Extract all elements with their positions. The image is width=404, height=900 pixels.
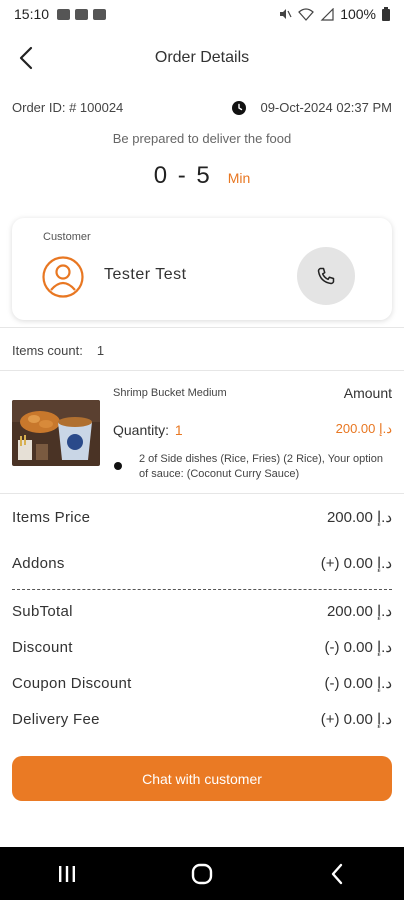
- system-nav-bar: [0, 847, 404, 900]
- addons-label: Addons: [12, 554, 65, 572]
- subtotal-row: SubTotal 200.00 د.إ: [12, 602, 392, 621]
- recent-apps-button[interactable]: [37, 854, 97, 894]
- amount-label: Amount: [343, 385, 392, 401]
- delivery-fee-label: Delivery Fee: [12, 710, 100, 728]
- notification-icons: [57, 8, 107, 20]
- coupon-value: (-) 0.00 د.إ: [324, 675, 392, 692]
- gallery-icon: [57, 8, 71, 20]
- back-icon: [331, 863, 342, 884]
- customer-label: Customer: [43, 231, 91, 243]
- system-back-button[interactable]: [307, 854, 367, 894]
- items-count: Items count: 1: [12, 343, 104, 358]
- list-item: Shrimp Bucket Medium Amount Quantity: 1 …: [12, 382, 392, 488]
- order-date: 09-Oct-2024 02:37 PM: [260, 100, 392, 115]
- home-icon: [191, 863, 213, 884]
- quantity-value: 1: [174, 422, 183, 438]
- page-title: Order Details: [154, 49, 250, 66]
- time-range-unit: Min: [227, 170, 251, 186]
- item-quantity: Quantity: 1: [113, 422, 183, 438]
- discount-value: (-) 0.00 د.إ: [324, 639, 392, 656]
- items-price-value: 200.00 د.إ: [326, 509, 392, 526]
- dashed-divider: [12, 589, 392, 590]
- clock-icon: [232, 100, 247, 115]
- quantity-label: Quantity:: [113, 422, 170, 438]
- addon-bullet: [114, 462, 122, 470]
- subtotal-value: 200.00 د.إ: [326, 603, 392, 620]
- order-id: Order ID: # 100024: [12, 100, 124, 115]
- customer-card: Customer Tester Test: [12, 218, 392, 320]
- order-info-row: Order ID: # 100024 09-Oct-2024 02:37 PM: [12, 100, 392, 115]
- wifi-icon: [298, 7, 315, 21]
- items-price-label: Items Price: [12, 508, 91, 526]
- discount-label: Discount: [12, 638, 73, 656]
- home-button[interactable]: [172, 854, 232, 894]
- addons-value: (+) 0.00 د.إ: [320, 555, 392, 572]
- phone-icon: [317, 267, 335, 285]
- youtube-icon: [93, 8, 107, 20]
- items-count-value: 1: [96, 343, 105, 358]
- items-count-label: Items count:: [12, 343, 83, 358]
- signal-icon: [320, 7, 334, 21]
- app-header: Order Details: [0, 36, 404, 80]
- addons-row: Addons (+) 0.00 د.إ: [12, 554, 392, 573]
- screen-record-icon: [75, 8, 89, 20]
- coupon-label: Coupon Discount: [12, 674, 132, 692]
- item-price: 200.00 د.إ: [335, 421, 392, 436]
- divider: [0, 327, 404, 328]
- divider: [0, 493, 404, 494]
- item-name: Shrimp Bucket Medium: [113, 387, 227, 399]
- delivery-fee-value: (+) 0.00 د.إ: [320, 711, 392, 728]
- divider: [0, 370, 404, 371]
- system-icons: 100%: [278, 6, 390, 22]
- chat-with-customer-button[interactable]: Chat with customer: [12, 756, 392, 801]
- call-customer-button[interactable]: [297, 247, 355, 305]
- coupon-row: Coupon Discount (-) 0.00 د.إ: [12, 674, 392, 693]
- status-bar: 15:10 100%: [0, 0, 404, 28]
- items-price-row: Items Price 200.00 د.إ: [12, 508, 392, 527]
- battery-level: 100%: [340, 6, 376, 22]
- recent-apps-icon: [59, 865, 76, 882]
- delivery-fee-row: Delivery Fee (+) 0.00 د.إ: [12, 710, 392, 729]
- chevron-left-icon: [19, 46, 33, 70]
- delivery-time: 0 - 5 Min: [0, 162, 404, 190]
- status-time: 15:10: [14, 6, 50, 22]
- subtotal-label: SubTotal: [12, 602, 73, 620]
- mute-icon: [280, 9, 292, 19]
- food-thumbnail: [12, 400, 100, 466]
- customer-name: Tester Test: [104, 266, 187, 283]
- discount-row: Discount (-) 0.00 د.إ: [12, 638, 392, 657]
- battery-icon: [382, 7, 390, 21]
- user-avatar-icon: [42, 256, 84, 298]
- prep-message: Be prepared to deliver the food: [112, 131, 292, 146]
- item-addons: 2 of Side dishes (Rice, Fries) (2 Rice),…: [139, 453, 383, 480]
- back-button[interactable]: [12, 44, 40, 72]
- time-range-value: 0 - 5: [153, 162, 212, 189]
- order-date-wrap: 09-Oct-2024 02:37 PM: [232, 100, 392, 115]
